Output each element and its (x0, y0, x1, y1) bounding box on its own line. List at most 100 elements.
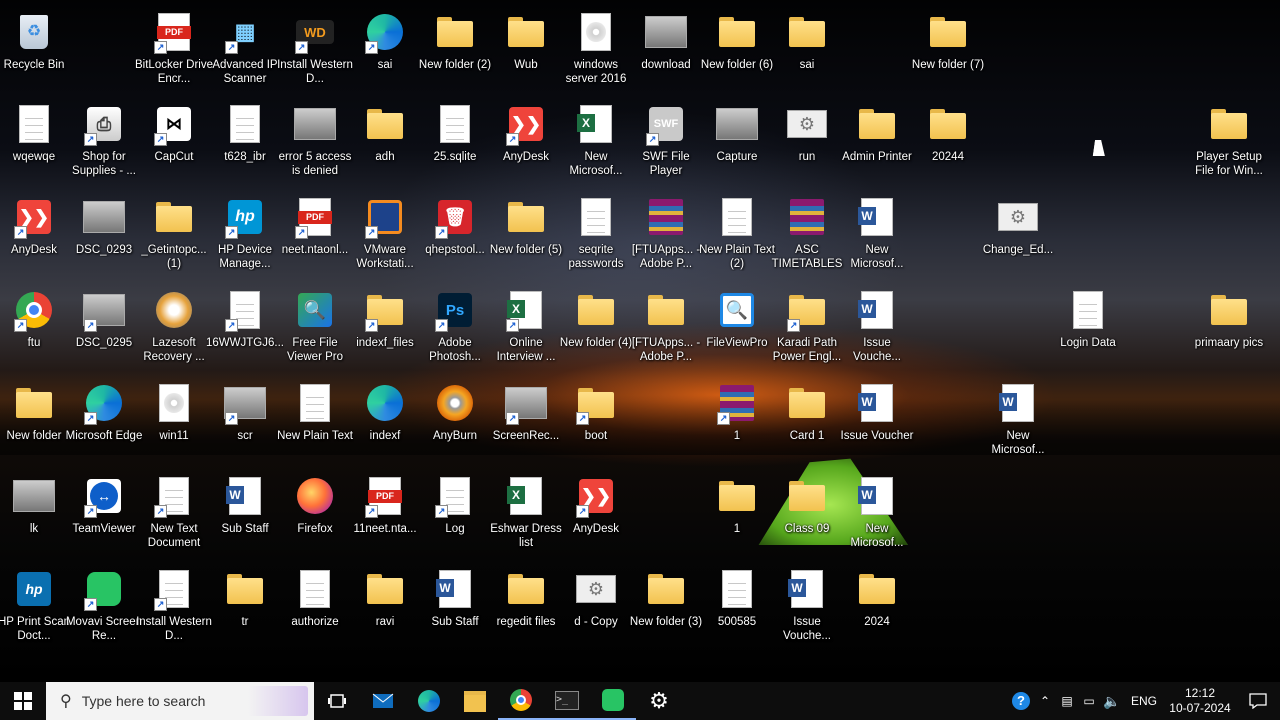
desktop-icon[interactable]: 1 (698, 472, 776, 564)
taskbar-settings[interactable]: ⚙ (636, 682, 682, 720)
desktop-icon[interactable]: 🔍 Free File Viewer Pro (276, 286, 354, 378)
desktop-icon[interactable]: Wub (487, 8, 565, 100)
desktop-icon[interactable]: ↗ Movavi Screen Re... (65, 565, 143, 657)
desktop-icon[interactable]: ❯❯ ↗ AnyDesk (487, 100, 565, 192)
desktop-icon[interactable]: PDF ↗ 11neet.nta... (346, 472, 424, 564)
desktop-icon[interactable]: New Plain Text (276, 379, 354, 471)
desktop-icon[interactable]: 2024 (838, 565, 916, 657)
desktop-icon[interactable]: New folder (5) (487, 193, 565, 285)
desktop-icon[interactable]: Card 1 (768, 379, 846, 471)
desktop-icon[interactable]: win11 (135, 379, 213, 471)
taskbar-mail[interactable] (360, 682, 406, 720)
desktop-icon[interactable]: New folder (2) (416, 8, 494, 100)
desktop-icon[interactable]: AnyBurn (416, 379, 494, 471)
desktop-icon[interactable]: W Issue Vouche... (838, 286, 916, 378)
desktop-icon[interactable]: ⎙ ↗ Shop for Supplies - ... (65, 100, 143, 192)
desktop-icon[interactable]: X Eshwar Dress list (487, 472, 565, 564)
desktop-icon[interactable]: W Sub Staff (206, 472, 284, 564)
desktop-icon[interactable]: ↗ Microsoft Edge (65, 379, 143, 471)
desktop-icon[interactable]: ⚙ d - Copy (557, 565, 635, 657)
desktop-icon[interactable]: ASC TIMETABLES (768, 193, 846, 285)
desktop-icon[interactable]: ↔ ↗ TeamViewer (65, 472, 143, 564)
desktop-icon[interactable]: ↗ scr (206, 379, 284, 471)
desktop-icon[interactable]: lk (0, 472, 73, 564)
notifications-button[interactable] (1236, 682, 1280, 720)
desktop-icon[interactable]: ❯❯ ↗ AnyDesk (0, 193, 73, 285)
desktop-icon[interactable]: ravi (346, 565, 424, 657)
desktop-icon[interactable]: download (627, 8, 705, 100)
desktop-icon[interactable]: SWF ↗ SWF File Player (627, 100, 705, 192)
desktop-icon[interactable]: ⚙ Change_Ed... (979, 193, 1057, 285)
desktop-icon[interactable]: ↗ DSC_0295 (65, 286, 143, 378)
desktop-icon[interactable]: ♻ Recycle Bin (0, 8, 73, 100)
desktop-icon[interactable]: 500585 (698, 565, 776, 657)
desktop-icon[interactable]: ▦ ↗ Advanced IP Scanner (206, 8, 284, 100)
desktop-icon[interactable]: ↗ Install Western D... (135, 565, 213, 657)
desktop-icon[interactable]: Admin Printer (838, 100, 916, 192)
desktop-icon[interactable]: ↗ 16WWJTGJ6... (206, 286, 284, 378)
taskbar-terminal[interactable]: >_ (544, 682, 590, 720)
desktop-icon[interactable]: DSC_0293 (65, 193, 143, 285)
taskbar-edge[interactable] (406, 682, 452, 720)
device-tray-icon[interactable]: ▭ (1078, 682, 1100, 720)
desktop-icon[interactable]: _Getintopc... (1) (135, 193, 213, 285)
desktop-icon[interactable]: windows server 2016 (557, 8, 635, 100)
clock[interactable]: 12:12 10-07-2024 (1164, 682, 1236, 720)
desktop-icon[interactable]: ↗ New Text Document (135, 472, 213, 564)
desktop-icon[interactable]: 🗑 ↗ qhepstool... (416, 193, 494, 285)
desktop-icon[interactable]: tr (206, 565, 284, 657)
desktop-icon[interactable]: New folder (6) (698, 8, 776, 100)
volume-tray-icon[interactable]: 🔈 (1100, 682, 1124, 720)
desktop-icon[interactable]: ❯❯ ↗ AnyDesk (557, 472, 635, 564)
desktop-icon[interactable]: 25.sqlite (416, 100, 494, 192)
desktop-icon[interactable]: ↗ VMware Workstati... (346, 193, 424, 285)
taskbar-movavi[interactable] (590, 682, 636, 720)
desktop-icon[interactable]: X New Microsof... (557, 100, 635, 192)
network-tray-icon[interactable]: ▤ (1056, 682, 1078, 720)
desktop-icon[interactable]: hp ↗ HP Device Manage... (206, 193, 284, 285)
desktop-icon[interactable]: ↗ indexf_files (346, 286, 424, 378)
show-hidden-icons-button[interactable]: ⌃ (1034, 682, 1056, 720)
desktop-icon[interactable]: primaary pics (1190, 286, 1268, 378)
desktop-icon[interactable]: W Issue Vouche... (768, 565, 846, 657)
desktop-icon[interactable]: ⚙ run (768, 100, 846, 192)
desktop-icon[interactable]: ↗ Log (416, 472, 494, 564)
desktop-icon[interactable]: indexf (346, 379, 424, 471)
desktop-icon[interactable]: ↗ boot (557, 379, 635, 471)
desktop-icon[interactable]: PDF ↗ BitLocker Drive Encr... (135, 8, 213, 100)
desktop-icon[interactable]: Lazesoft Recovery ... (135, 286, 213, 378)
language-indicator[interactable]: ENG (1124, 682, 1164, 720)
desktop-icon[interactable]: W Issue Voucher (838, 379, 916, 471)
desktop-icon[interactable]: 20244 (909, 100, 987, 192)
desktop-icon[interactable]: ↗ 1 (698, 379, 776, 471)
desktop-icon[interactable]: sai (768, 8, 846, 100)
desktop-icon[interactable]: New folder (4) (557, 286, 635, 378)
desktop-icon[interactable]: regedit files (487, 565, 565, 657)
desktop-icon[interactable]: 🔍 FileViewPro (698, 286, 776, 378)
desktop-icon[interactable]: adh (346, 100, 424, 192)
start-button[interactable] (0, 682, 46, 720)
desktop-icon[interactable]: wqewqe (0, 100, 73, 192)
taskbar-search-box[interactable]: ⚲ Type here to search (46, 682, 314, 720)
desktop-icon[interactable]: New folder (7) (909, 8, 987, 100)
desktop-icon[interactable]: seqrite passwords (557, 193, 635, 285)
desktop-icon[interactable]: PDF ↗ neet.ntaonl... (276, 193, 354, 285)
desktop-icon[interactable]: error 5 access is denied (276, 100, 354, 192)
desktop-icon[interactable]: W New Microsof... (838, 193, 916, 285)
desktop-icon[interactable]: authorize (276, 565, 354, 657)
desktop-icon[interactable]: W Sub Staff (416, 565, 494, 657)
desktop-icon[interactable]: New Plain Text (2) (698, 193, 776, 285)
help-tray-icon[interactable]: ? (1008, 682, 1034, 720)
desktop-icon[interactable]: ⋈ ↗ CapCut (135, 100, 213, 192)
taskbar-chrome[interactable] (498, 682, 544, 720)
desktop-icon[interactable]: New folder (3) (627, 565, 705, 657)
desktop-icon[interactable]: X ↗ Online Interview ... (487, 286, 565, 378)
desktop-icon[interactable]: [FTUApps... - Adobe P... (627, 193, 705, 285)
desktop-icon[interactable]: Login Data (1049, 286, 1127, 378)
desktop-icon[interactable]: ↗ ScreenRec... (487, 379, 565, 471)
desktop-icon[interactable]: Player Setup File for Win... (1190, 100, 1268, 192)
desktop-icon[interactable]: New folder (0, 379, 73, 471)
taskbar-file-explorer[interactable] (452, 682, 498, 720)
desktop-icon[interactable]: t628_ibr (206, 100, 284, 192)
desktop-icon[interactable]: ↗ sai (346, 8, 424, 100)
